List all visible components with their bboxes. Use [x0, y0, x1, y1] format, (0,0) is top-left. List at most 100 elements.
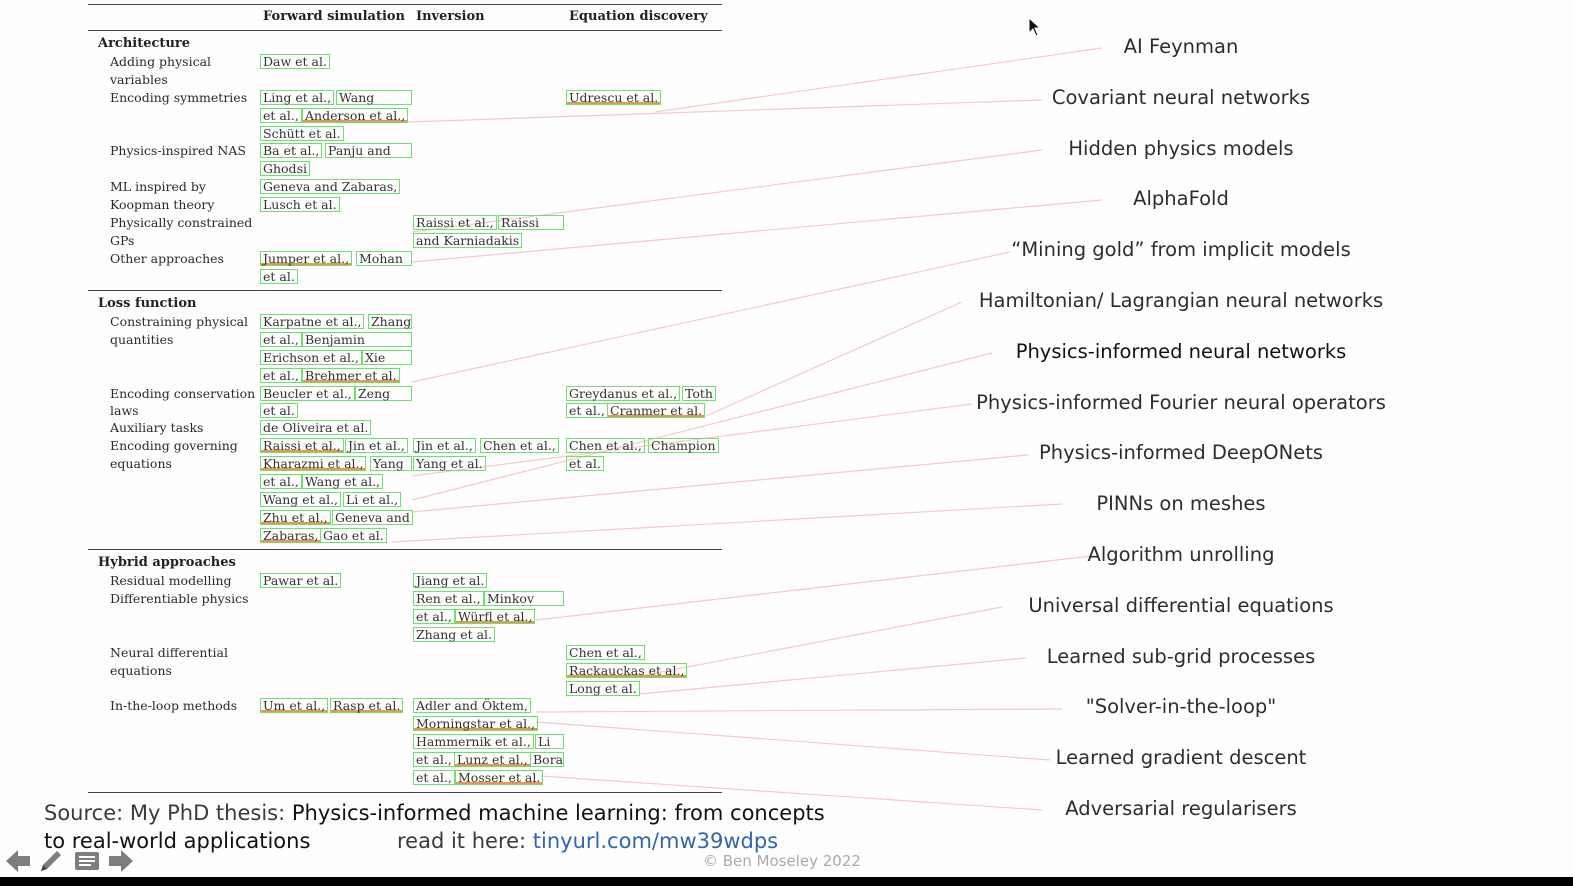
citation: et al., [413, 609, 455, 624]
section-title-architecture: Architecture [98, 36, 191, 51]
citation: Geneva and [332, 510, 413, 525]
arrow-left-icon [6, 850, 30, 872]
column-header-inversion: Inversion [416, 9, 485, 24]
citation: Chen et al., [566, 645, 645, 660]
topic-item: PINNs on meshes [1096, 492, 1266, 515]
table-rule [88, 792, 722, 793]
citation: Minkov [484, 591, 564, 606]
citation: Um et al., [260, 698, 329, 713]
topic-item: Covariant neural networks [1051, 86, 1311, 109]
citation: Chen et al., [566, 438, 645, 453]
citation: Bora [530, 752, 564, 767]
citation: et al., [260, 474, 302, 489]
citation: Li [535, 734, 564, 749]
citation: et al., [260, 332, 302, 347]
topic-item: Physics-informed Fourier neural operator… [976, 391, 1386, 414]
row-label: Physically constrained [110, 215, 253, 230]
citation: Würfl et al., [455, 609, 536, 624]
topic-item: AlphaFold [1133, 187, 1229, 210]
row-label: In-the-loop methods [110, 698, 238, 713]
citation: Zabaras, [260, 528, 322, 543]
citation: Karpatne et al., [260, 314, 365, 329]
citation: Schütt et al. [260, 126, 344, 141]
citation: Gao et al. [320, 528, 387, 543]
citation: Panju and [325, 143, 412, 158]
row-label: Encoding symmetries [110, 90, 248, 105]
table-rule [88, 549, 722, 550]
citation: Jin et al., [413, 438, 476, 453]
next-slide-button[interactable] [106, 846, 136, 876]
citation: Mosser et al. [455, 770, 544, 785]
citation: Wang [336, 90, 412, 105]
citation: Champion [648, 438, 719, 453]
citation: Adler and Öktem, [413, 698, 531, 713]
row-label: Adding physical [110, 54, 212, 69]
citation: Morningstar et al., [413, 716, 539, 731]
topic-item: Adversarial regularisers [1065, 797, 1297, 820]
citation: Long et al. [566, 681, 640, 696]
citation: et al., [260, 368, 302, 383]
citation: Beucler et al., [260, 386, 355, 401]
citation: de Oliveira et al. [260, 420, 372, 435]
citation: Wang et al., [260, 492, 342, 507]
row-label: Neural differential [110, 645, 228, 660]
citation: Erichson et al., [260, 350, 362, 365]
slide: Forward simulation Inversion Equation di… [0, 0, 1573, 877]
citation: Rasp et al. [330, 698, 404, 713]
row-label: Koopman theory [110, 197, 215, 212]
citation: Raissi et al., [260, 438, 344, 453]
topic-item: Universal differential equations [1028, 594, 1334, 617]
citation: Lusch et al. [260, 197, 340, 212]
connector-line [411, 251, 1011, 383]
citation: et al., [413, 752, 455, 767]
slides-icon [75, 852, 99, 870]
topic-item: Algorithm unrolling [1087, 543, 1275, 566]
citation: Ba et al., [260, 143, 323, 158]
section-title-loss-function: Loss function [98, 296, 197, 311]
citation: Xie [362, 350, 412, 365]
thesis-title: Physics-informed machine learning: from … [291, 801, 825, 825]
citation: Zhang et al. [413, 627, 496, 642]
read-label: read it here: [397, 829, 533, 853]
topic-item: Physics-informed DeepONets [1038, 441, 1324, 464]
citation: Cranmer et al. [607, 403, 706, 418]
connector-line [391, 503, 1063, 543]
row-label: Differentiable physics [110, 591, 249, 606]
pen-tool-button[interactable] [36, 846, 66, 876]
citation: Geneva and Zabaras, [260, 179, 401, 194]
citation: Pawar et al. [260, 573, 342, 588]
previous-slide-button[interactable] [3, 846, 33, 876]
row-label: Other approaches [110, 251, 224, 266]
topic-item: “Mining gold” from implicit models [1011, 238, 1351, 261]
mouse-cursor-icon [1028, 17, 1042, 37]
row-label: Encoding governing [110, 438, 238, 453]
slides-menu-button[interactable] [72, 846, 102, 876]
connector-line [705, 301, 963, 417]
citation: Jumper et al., [260, 251, 353, 266]
thesis-link[interactable]: tinyurl.com/mw39wdps [533, 829, 778, 853]
row-label: Encoding conservation [110, 386, 256, 401]
citation: Hammernik et al., [413, 734, 534, 749]
topic-item: Hamiltonian/ Lagrangian neural networks [978, 289, 1384, 312]
pen-icon [41, 851, 61, 871]
read-here-line: read it here: tinyurl.com/mw39wdps [397, 829, 778, 853]
column-header-forward-simulation: Forward simulation [263, 9, 406, 24]
citation: Anderson et al., [302, 108, 409, 123]
connector-line [407, 99, 1043, 123]
citation: Jiang et al. [413, 573, 488, 588]
row-label: GPs [110, 233, 135, 248]
row-label: Residual modelling [110, 573, 232, 588]
citation: Greydanus et al., [566, 386, 681, 401]
citation: Ghodsi [260, 161, 310, 176]
citation: Zeng [355, 386, 412, 401]
topic-item: Physics-informed neural networks [1015, 340, 1347, 363]
row-label: Physics-inspired NAS [110, 143, 246, 158]
table-rule [88, 290, 722, 291]
topic-item: Hidden physics models [1068, 137, 1294, 160]
topic-item: "Solver-in-the-loop" [1085, 695, 1277, 718]
citation: Lunz et al., [454, 752, 531, 767]
citation: Zhu et al., [260, 510, 331, 525]
citation: Yang et al. [413, 456, 486, 471]
row-label: Constraining physical [110, 314, 249, 329]
copyright-text: © Ben Moseley 2022 [703, 852, 861, 870]
